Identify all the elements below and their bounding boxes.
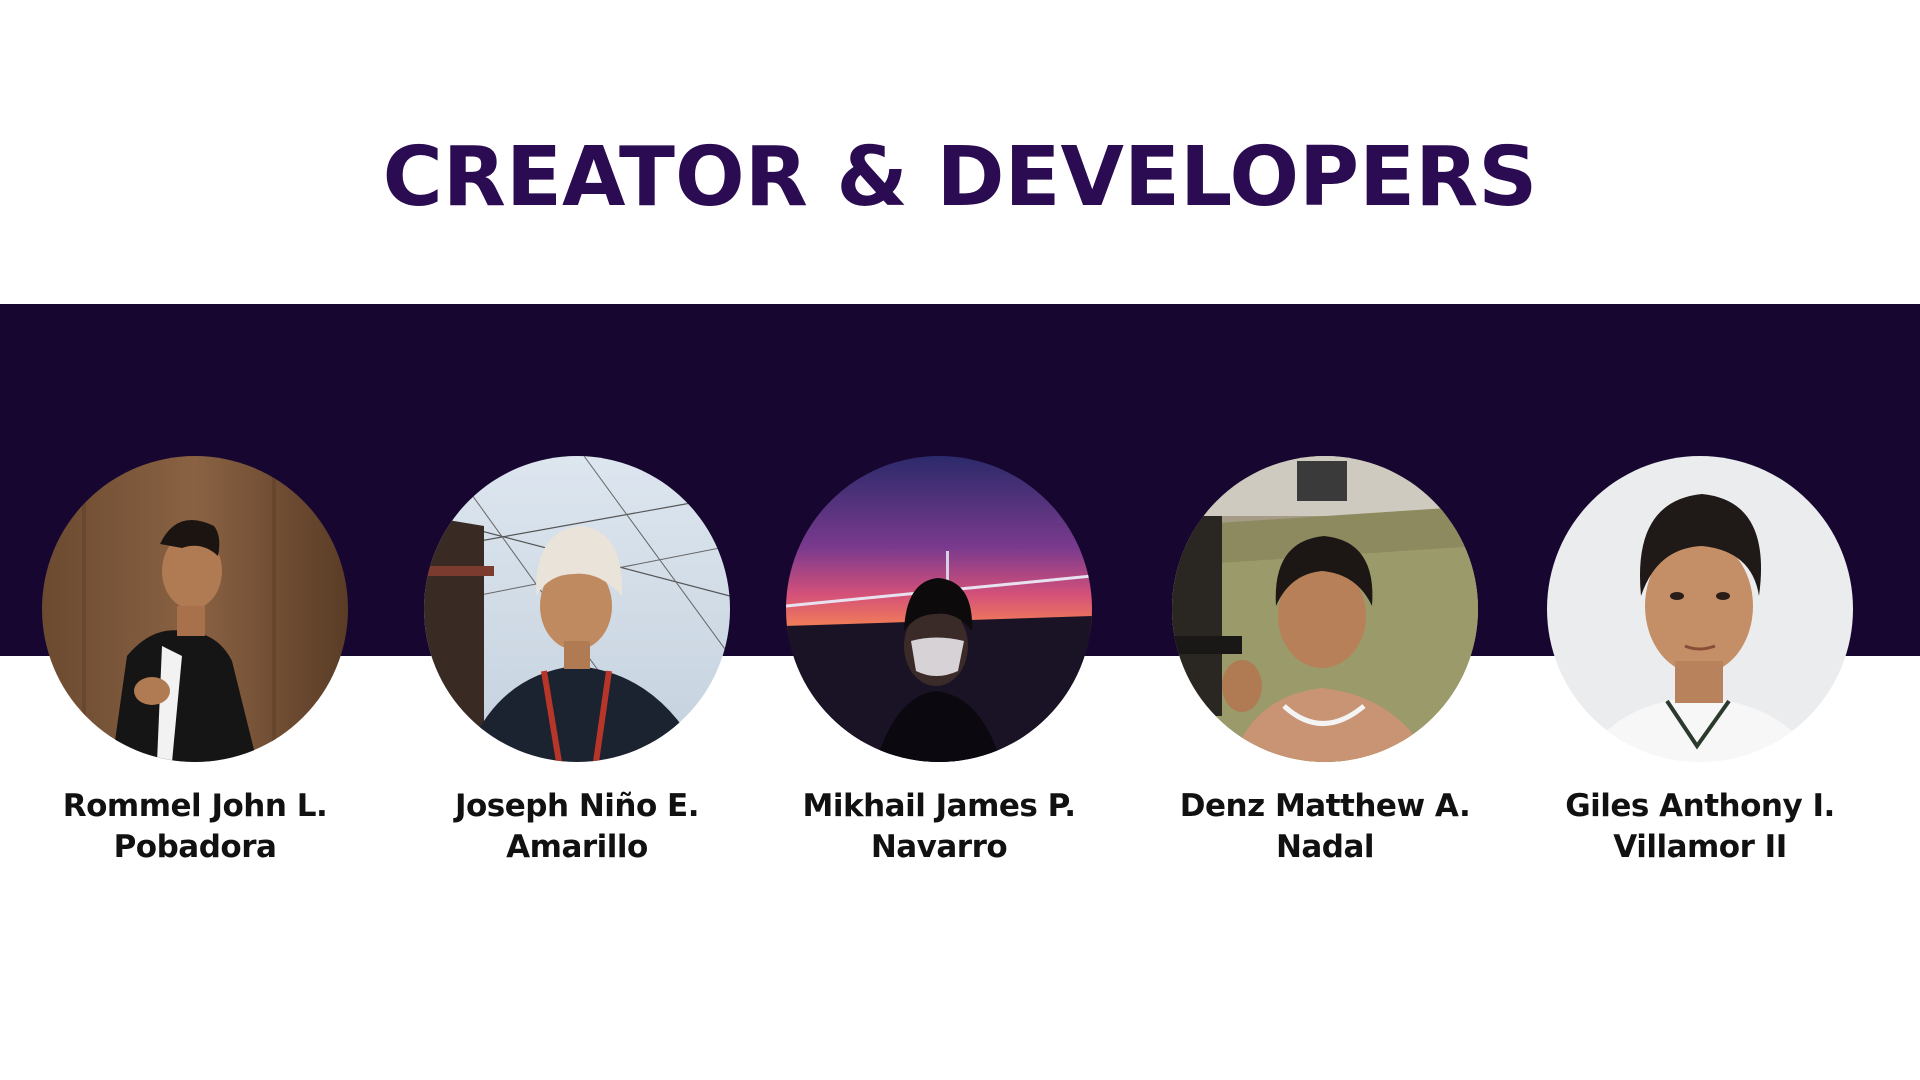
member-photo-5: [1547, 456, 1853, 762]
portrait-image: [1172, 456, 1478, 762]
member-name-4: Denz Matthew A. Nadal: [1165, 786, 1485, 868]
member-name-line1: Rommel John L.: [62, 788, 328, 824]
member-name-3: Mikhail James P. Navarro: [779, 786, 1099, 868]
member-name-line2: Pobadora: [113, 829, 277, 865]
member-photo-4: [1172, 456, 1478, 762]
member-card-1: Rommel John L. Pobadora: [35, 456, 355, 868]
member-name-line2: Amarillo: [506, 829, 648, 865]
member-name-line1: Giles Anthony I.: [1565, 788, 1835, 824]
portrait-image: [424, 456, 730, 762]
member-photo-1: [42, 456, 348, 762]
portrait-image: [1547, 456, 1853, 762]
member-name-line1: Joseph Niño E.: [454, 788, 700, 824]
member-name-5: Giles Anthony I. Villamor II: [1540, 786, 1860, 868]
member-name-line2: Navarro: [870, 829, 1008, 865]
portrait-image: [786, 456, 1092, 762]
portrait-image: [42, 456, 348, 762]
member-name-line1: Denz Matthew A.: [1179, 788, 1471, 824]
member-name-line2: Nadal: [1275, 829, 1375, 865]
member-name-2: Joseph Niño E. Amarillo: [417, 786, 737, 868]
page-title: CREATOR & DEVELOPERS: [382, 130, 1538, 225]
member-photo-3: [786, 456, 1092, 762]
member-name-1: Rommel John L. Pobadora: [35, 786, 355, 868]
member-photo-2: [424, 456, 730, 762]
member-name-line1: Mikhail James P.: [802, 788, 1076, 824]
member-card-5: Giles Anthony I. Villamor II: [1540, 456, 1860, 868]
member-name-line2: Villamor II: [1613, 829, 1787, 865]
member-card-3: Mikhail James P. Navarro: [779, 456, 1099, 868]
member-card-4: Denz Matthew A. Nadal: [1165, 456, 1485, 868]
member-card-2: Joseph Niño E. Amarillo: [417, 456, 737, 868]
